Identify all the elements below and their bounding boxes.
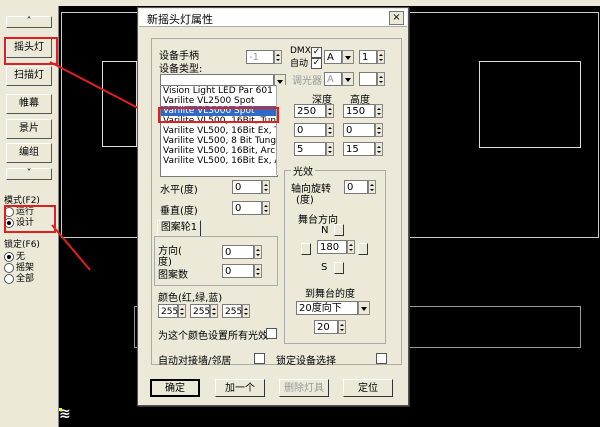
axis-rotation-unit: (度): [296, 195, 314, 206]
to-stage-angle-input[interactable]: 20: [314, 320, 338, 334]
color-red-spinner[interactable]: [178, 304, 186, 318]
dmx-label: DMX: [290, 46, 311, 56]
auto-label: 自动: [290, 59, 309, 69]
dimmer-letter-dropdown[interactable]: [342, 72, 354, 86]
direction-w-button[interactable]: [301, 243, 311, 255]
direction-s-label: S: [321, 262, 328, 273]
delete-fixture-button[interactable]: 删除灯具: [279, 379, 329, 397]
dialog-title: 新摇头灯属性: [147, 13, 213, 26]
direction-n-label: N: [321, 225, 329, 236]
to-stage-angle-dropdown[interactable]: [358, 301, 370, 315]
list-item[interactable]: Vision Light LED Par 601: [161, 86, 277, 96]
annotation-arrow: [49, 61, 139, 109]
color-green-input[interactable]: 255: [190, 304, 210, 318]
color-green-spinner[interactable]: [210, 304, 218, 318]
dimmer-number-spinner[interactable]: [377, 72, 385, 86]
pattern-count-spinner[interactable]: [254, 264, 262, 278]
list-scrollbar[interactable]: [276, 85, 287, 175]
depth-field-3[interactable]: 5: [294, 142, 326, 156]
height-field-2[interactable]: 0: [343, 123, 375, 137]
dmx-checkbox[interactable]: ✓: [311, 47, 322, 58]
device-handle-input[interactable]: -1: [246, 50, 274, 64]
dimmer-label: 调光器: [292, 76, 322, 87]
horizontal-input[interactable]: 0: [232, 180, 262, 194]
annotation-selected-device: [158, 107, 279, 123]
vertical-input[interactable]: 0: [232, 201, 262, 215]
height-input[interactable]: 150: [343, 104, 375, 118]
dimmer-letter-select[interactable]: A: [324, 72, 342, 86]
depth-field-2[interactable]: 0: [294, 123, 326, 137]
lock-device-label: 锁定设备选择: [276, 356, 336, 367]
stage-direction-spinner[interactable]: [347, 240, 355, 254]
height-field-3[interactable]: 15: [343, 142, 375, 156]
dimmer-number-input[interactable]: [359, 72, 377, 86]
list-item[interactable]: Varilite VL500, 16Bit, Arc: [161, 146, 277, 156]
stage-direction-label: 舞台方向: [298, 215, 338, 226]
color-blue-spinner[interactable]: [242, 304, 250, 318]
horizontal-spinner[interactable]: [262, 180, 270, 194]
direction-s-button[interactable]: [334, 262, 344, 274]
add-one-button[interactable]: 加一个: [215, 379, 265, 397]
close-icon[interactable]: ×: [389, 11, 404, 25]
direction-e-button[interactable]: [358, 243, 368, 255]
list-item[interactable]: Varilite VL2500 Spot: [161, 96, 277, 106]
pattern-count-label: 图案数: [158, 270, 188, 281]
annotation-arrow: [51, 224, 91, 271]
channel-letter-select[interactable]: A: [324, 50, 342, 64]
height-spinner-3[interactable]: [375, 142, 383, 156]
axis-rotation-spinner[interactable]: [368, 180, 376, 194]
to-stage-angle-spinner[interactable]: [338, 320, 346, 334]
lock-device-checkbox[interactable]: [376, 353, 387, 364]
device-type-label: 设备类型:: [159, 64, 203, 75]
apply-all-beams-checkbox[interactable]: [266, 328, 277, 339]
apply-all-beams-label: 为这个颜色设置所有光效: [158, 331, 268, 342]
vertical-spinner[interactable]: [262, 201, 270, 215]
color-blue-input[interactable]: 255: [222, 304, 242, 318]
list-item[interactable]: Varilite VL500, 16Bit Ex, Arc: [161, 156, 277, 166]
gobo-direction-input[interactable]: 0: [222, 245, 254, 259]
auto-wall-label: 自动对接墙/邻居: [158, 356, 232, 367]
gobo-direction-spinner[interactable]: [254, 245, 262, 259]
pattern-count-input[interactable]: 0: [222, 264, 254, 278]
channel-number-input[interactable]: 1: [359, 50, 377, 64]
vertical-label: 垂直(度): [160, 206, 198, 217]
locate-button[interactable]: 定位: [343, 379, 393, 397]
list-item[interactable]: Varilite VL500, 8 Bit Tungsten: [161, 136, 277, 146]
color-label: 颜色(红,绿,蓝): [158, 293, 223, 304]
auto-wall-checkbox[interactable]: [254, 353, 265, 364]
beam-label: 光效: [291, 163, 315, 178]
device-handle-spinner[interactable]: [274, 50, 282, 64]
depth-spinner[interactable]: [326, 104, 334, 118]
color-red-input[interactable]: 255: [158, 304, 178, 318]
list-item[interactable]: Varilite VL500, 16Bit Ex, Tung: [161, 126, 277, 136]
height-spinner-2[interactable]: [375, 123, 383, 137]
channel-number-spinner[interactable]: [377, 50, 385, 64]
tab-gobo-wheel-1[interactable]: 图案轮1: [157, 220, 201, 236]
horizontal-label: 水平(度): [160, 185, 198, 196]
height-spinner[interactable]: [375, 104, 383, 118]
direction-n-button[interactable]: [334, 224, 344, 236]
channel-letter-dropdown[interactable]: [342, 50, 354, 64]
auto-checkbox[interactable]: ✓: [311, 58, 322, 69]
to-stage-angle-select[interactable]: 20度向下: [296, 301, 358, 315]
device-type-list[interactable]: Vision Light LED Par 601 Varilite VL2500…: [160, 85, 278, 177]
depth-spinner-3[interactable]: [326, 142, 334, 156]
stage-direction-input[interactable]: 180: [317, 240, 347, 254]
depth-input[interactable]: 250: [294, 104, 326, 118]
axis-rotation-input[interactable]: 0: [344, 180, 368, 194]
dialog-titlebar: 新摇头灯属性 ×: [139, 9, 407, 27]
to-stage-angle-label: 到舞台的度: [305, 289, 355, 300]
depth-spinner-2[interactable]: [326, 123, 334, 137]
ok-button[interactable]: 确定: [150, 379, 200, 397]
